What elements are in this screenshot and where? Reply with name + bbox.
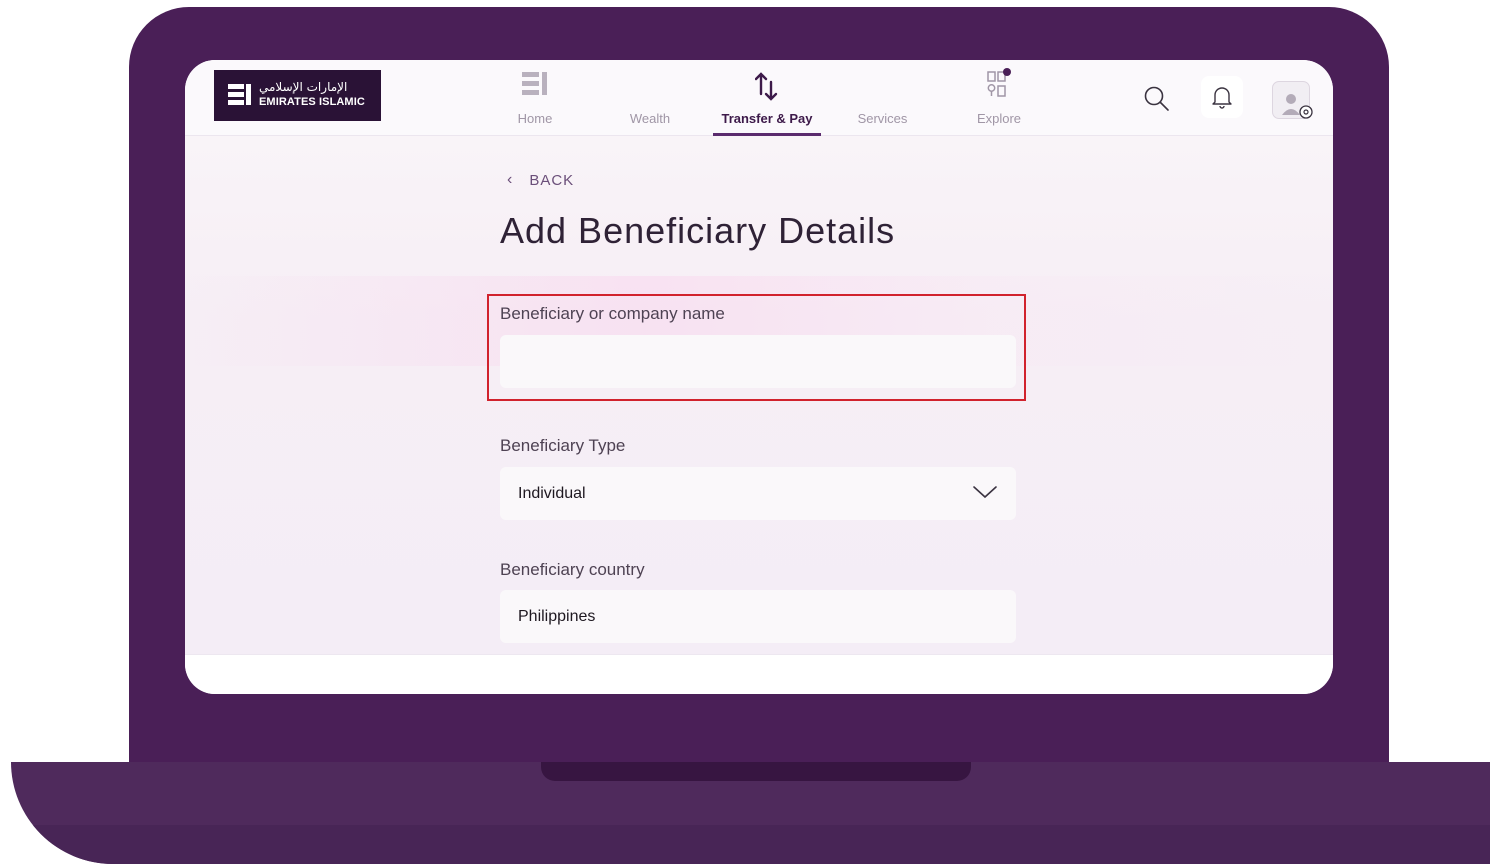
explore-grid-icon (987, 68, 1011, 97)
brand-name-english: EMIRATES ISLAMIC (259, 96, 365, 108)
chevron-down-icon[interactable] (973, 485, 997, 499)
laptop-base (11, 762, 1490, 864)
page-title: Add Beneficiary Details (500, 210, 896, 251)
footer-strip (185, 654, 1333, 694)
back-link[interactable]: ‹ BACK (507, 171, 574, 189)
nav-active-indicator (713, 133, 821, 136)
beneficiary-country-value: Philippines (518, 608, 596, 625)
nav-item-explore[interactable]: Explore (965, 60, 1033, 135)
nav-label-wealth: Wealth (629, 111, 671, 126)
profile-button[interactable] (1272, 81, 1313, 119)
bell-icon (1212, 87, 1232, 109)
nav-label-home: Home (517, 111, 553, 126)
back-label: BACK (529, 171, 575, 189)
nav-label-transfer-pay: Transfer & Pay (721, 111, 813, 126)
brand-logo[interactable]: الإمارات الإسلامي EMIRATES ISLAMIC (214, 70, 381, 121)
home-bars-icon (522, 72, 547, 95)
chevron-left-icon: ‹ (507, 171, 514, 188)
transfer-arrows-icon (755, 72, 778, 101)
beneficiary-name-highlight (487, 294, 1026, 401)
nav-item-services[interactable]: Services (845, 60, 920, 135)
beneficiary-country-label: Beneficiary country (500, 560, 645, 579)
nav-label-services: Services (857, 111, 908, 126)
nav-label-explore: Explore (976, 111, 1022, 126)
laptop-base-lower (11, 825, 1490, 864)
notifications-button[interactable] (1201, 76, 1243, 118)
beneficiary-type-label: Beneficiary Type (500, 436, 626, 455)
profile-settings-icon (1282, 94, 1313, 119)
brand-mark-icon (228, 84, 252, 106)
nav-item-home[interactable]: Home (505, 60, 565, 135)
nav-item-wealth[interactable]: Wealth (620, 60, 680, 135)
app-screen: الإمارات الإسلامي EMIRATES ISLAMIC Home … (185, 60, 1333, 694)
beneficiary-type-value: Individual (518, 485, 586, 502)
search-icon[interactable] (1143, 85, 1171, 113)
top-navigation-bar: الإمارات الإسلامي EMIRATES ISLAMIC Home … (185, 60, 1333, 136)
nav-item-transfer-pay[interactable]: Transfer & Pay (713, 60, 821, 135)
laptop-notch (541, 762, 971, 781)
brand-name-arabic: الإمارات الإسلامي (259, 80, 348, 94)
